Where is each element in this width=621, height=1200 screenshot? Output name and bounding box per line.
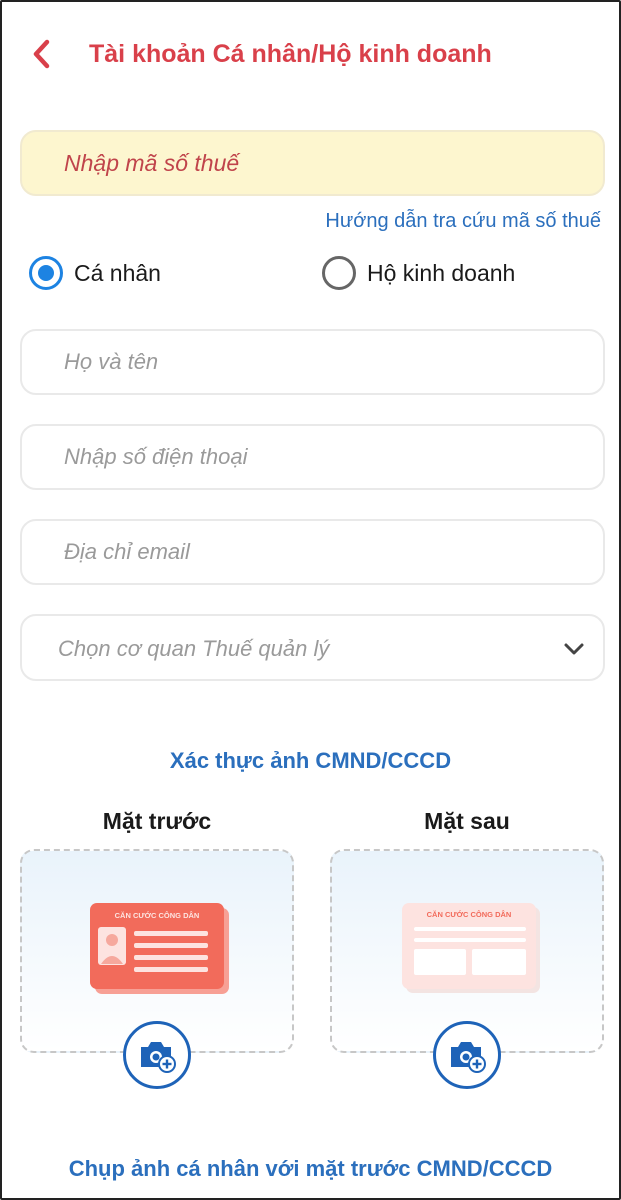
radio-household-business-label: Hộ kinh doanh: [367, 259, 516, 286]
back-side-label: Mặt sau: [424, 808, 510, 834]
radio-individual-label: Cá nhân: [74, 259, 161, 286]
camera-add-icon: [141, 1042, 176, 1073]
app-screen: Tài khoản Cá nhân/Hộ kinh doanh Hướng dẫ…: [0, 0, 621, 1200]
chevron-down-icon: [564, 643, 584, 655]
phone-input[interactable]: [20, 424, 605, 490]
camera-add-icon: [451, 1042, 486, 1073]
radio-individual[interactable]: Cá nhân: [29, 256, 161, 290]
selfie-with-id-link[interactable]: Chụp ảnh cá nhân với mặt trước CMND/CCCD: [2, 1156, 619, 1182]
tax-office-placeholder: Chọn cơ quan Thuế quản lý: [58, 636, 330, 661]
full-name-input[interactable]: [20, 329, 605, 395]
tax-office-select[interactable]: Chọn cơ quan Thuế quản lý: [20, 614, 605, 681]
back-button[interactable]: [26, 38, 58, 70]
id-verification-title: Xác thực ảnh CMND/CCCD: [169, 748, 452, 773]
header: Tài khoản Cá nhân/Hộ kinh doanh: [2, 2, 619, 106]
radio-unselected-icon: [322, 256, 356, 290]
tax-code-guide-link[interactable]: Hướng dẫn tra cứu mã số thuế: [325, 210, 601, 233]
radio-selected-icon: [29, 256, 63, 290]
back-camera-button[interactable]: [433, 1021, 501, 1089]
tax-code-input[interactable]: [20, 130, 605, 196]
front-camera-button[interactable]: [123, 1021, 191, 1089]
front-card-heading: CĂN CƯỚC CÔNG DÂN: [115, 911, 200, 920]
back-card-heading: CĂN CƯỚC CÔNG DÂN: [427, 910, 512, 919]
page-title: Tài khoản Cá nhân/Hộ kinh doanh: [89, 40, 492, 68]
radio-household-business[interactable]: Hộ kinh doanh: [322, 256, 515, 290]
front-side-label: Mặt trước: [102, 808, 212, 834]
chevron-left-icon: [33, 39, 50, 69]
email-input[interactable]: [20, 519, 605, 585]
